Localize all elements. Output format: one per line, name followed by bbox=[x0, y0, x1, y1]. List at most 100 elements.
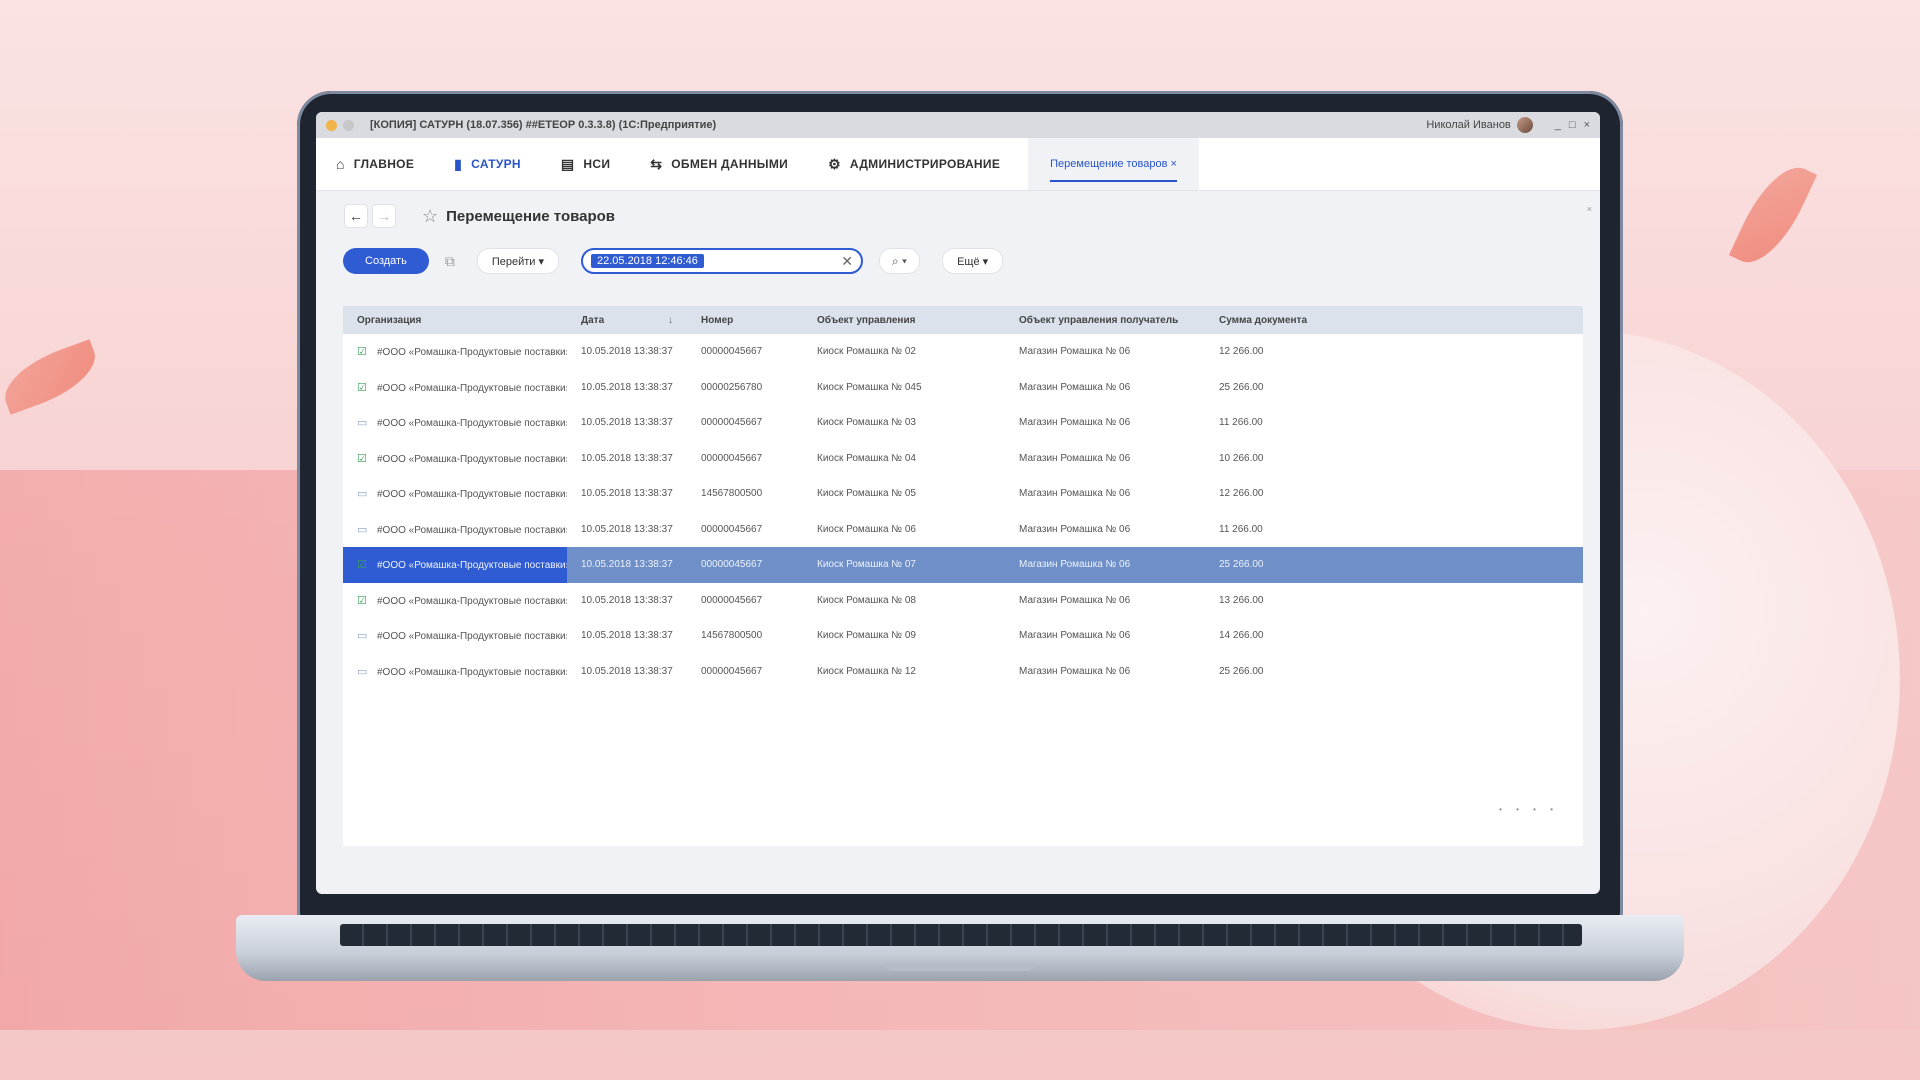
unposted-doc-icon: ▭ bbox=[357, 665, 368, 678]
window-menu-icon[interactable] bbox=[343, 119, 354, 131]
cell-organization: ☑ #ООО «Ромашка-Продуктовые поставки» bbox=[343, 334, 567, 370]
cell-sum: 25 266.00 bbox=[1219, 665, 1264, 677]
nav-item-label: НСИ bbox=[583, 157, 611, 171]
cell-object: Киоск Ромашка № 08 bbox=[817, 594, 916, 606]
cell-number: 00000045667 bbox=[701, 523, 763, 535]
cell-sum: 12 266.00 bbox=[1219, 346, 1264, 358]
cell-number: 14567800500 bbox=[701, 630, 763, 642]
pagination-dots[interactable]: • • • • bbox=[1499, 805, 1559, 814]
cell-text: #ООО «Ромашка-Продуктовые поставки» bbox=[377, 489, 567, 501]
cell-object: Киоск Ромашка № 02 bbox=[817, 346, 916, 358]
cell-text: #ООО «Ромашка-Продуктовые поставки» bbox=[377, 560, 567, 572]
table-row[interactable]: ▭ #ООО «Ромашка-Продуктовые поставки» 10.0… bbox=[343, 512, 1583, 548]
cell-organization: ☑ #ООО «Ромашка-Продуктовые поставки» bbox=[343, 583, 567, 619]
column-header-label: Дата bbox=[581, 314, 605, 326]
cell-text: #ООО «Ромашка-Продуктовые поставки» bbox=[377, 347, 567, 359]
unposted-doc-icon: ▭ bbox=[357, 630, 368, 643]
table-row[interactable]: ▭ #ООО «Ромашка-Продуктовые поставки» 10.0… bbox=[343, 654, 1583, 690]
search-field[interactable]: 22.05.2018 12:46:46 ✕ bbox=[580, 248, 863, 274]
cell-receiver: Магазин Ромашка № 06 bbox=[1019, 417, 1131, 429]
forward-button[interactable]: → bbox=[372, 204, 396, 228]
search-input[interactable]: 22.05.2018 12:46:46 bbox=[590, 254, 704, 268]
table-row[interactable]: ☑ #ООО «Ромашка-Продуктовые поставки» 10.0… bbox=[343, 547, 1583, 583]
cell-receiver: Магазин Ромашка № 06 bbox=[1019, 488, 1131, 500]
petal-decoration-right bbox=[1728, 155, 1818, 275]
column-header-object[interactable]: Объект управления bbox=[803, 306, 1005, 334]
cell-text: #ООО «Ромашка-Продуктовые поставки» bbox=[377, 418, 567, 430]
nav-item-nsi[interactable]: ▤ НСИ bbox=[541, 138, 630, 190]
cell-organization: ▭ #ООО «Ромашка-Продуктовые поставки» bbox=[343, 618, 567, 654]
cell-number: 00000045667 bbox=[701, 452, 763, 464]
goto-dropdown[interactable]: Перейти ▾ bbox=[476, 248, 559, 274]
cell-object: Киоск Ромашка № 03 bbox=[817, 417, 916, 429]
favorite-star-icon[interactable]: ☆ bbox=[422, 206, 438, 227]
unposted-doc-icon: ▭ bbox=[357, 417, 368, 430]
posted-check-icon: ☑ bbox=[357, 346, 367, 359]
gear-icon: ⚙ bbox=[828, 155, 841, 172]
cell-object: Киоск Ромашка № 05 bbox=[817, 488, 916, 500]
clear-icon[interactable]: ✕ bbox=[841, 253, 853, 270]
cell-organization: ▭ #ООО «Ромашка-Продуктовые поставки» bbox=[343, 512, 567, 548]
table-row[interactable]: ☑ #ООО «Ромашка-Продуктовые поставки» 10.0… bbox=[343, 583, 1583, 619]
table-row[interactable]: ▭ #ООО «Ромашка-Продуктовые поставки» 10.0… bbox=[343, 405, 1583, 441]
nav-item-saturn[interactable]: ▮ САТУРН bbox=[434, 138, 541, 190]
cell-receiver: Магазин Ромашка № 06 bbox=[1005, 547, 1205, 583]
cell-number: 14567800500 bbox=[701, 488, 763, 500]
cell-date: 10.05.2018 13:38:37 bbox=[581, 381, 673, 393]
back-button[interactable]: ← bbox=[344, 204, 368, 228]
cell-number: 00000045667 bbox=[687, 547, 803, 583]
table-row[interactable]: ☑ #ООО «Ромашка-Продуктовые поставки» 10.0… bbox=[343, 370, 1583, 406]
table-header: Организация Дата ↓ Номер Объект управлени… bbox=[343, 306, 1583, 334]
unposted-doc-icon: ▭ bbox=[357, 488, 368, 501]
cell-sum: 10 266.00 bbox=[1219, 452, 1264, 464]
minimize-button[interactable]: _ bbox=[1555, 119, 1561, 131]
bookmark-icon: ▮ bbox=[454, 155, 463, 172]
table-row[interactable]: ☑ #ООО «Ромашка-Продуктовые поставки» 10.0… bbox=[343, 441, 1583, 477]
cell-sum: 13 266.00 bbox=[1219, 594, 1264, 606]
cell-text: #ООО «Ромашка-Продуктовые поставки» bbox=[377, 631, 567, 643]
cell-receiver: Магазин Ромашка № 06 bbox=[1019, 381, 1131, 393]
tab-goods-transfer[interactable]: Перемещение товаров × bbox=[1028, 138, 1199, 190]
close-button[interactable]: × bbox=[1584, 119, 1590, 131]
column-header-date[interactable]: Дата ↓ bbox=[567, 306, 687, 334]
sort-arrow-icon[interactable]: ↓ bbox=[668, 315, 673, 326]
search-button[interactable]: ⌕ ▾ bbox=[878, 248, 921, 274]
copy-icon[interactable]: ⧉ bbox=[445, 253, 455, 270]
cell-date: 10.05.2018 13:38:37 bbox=[581, 665, 673, 677]
home-icon: ⌂ bbox=[336, 156, 345, 172]
column-header-receiver[interactable]: Объект управления получатель bbox=[1005, 306, 1205, 334]
column-header-number[interactable]: Номер bbox=[687, 306, 803, 334]
app-logo-icon bbox=[326, 119, 337, 131]
cell-text: #ООО «Ромашка-Продуктовые поставки» bbox=[377, 524, 567, 536]
table-row[interactable]: ▭ #ООО «Ромашка-Продуктовые поставки» 10.0… bbox=[343, 618, 1583, 654]
cell-receiver: Магазин Ромашка № 06 bbox=[1019, 346, 1131, 358]
nav-item-administration[interactable]: ⚙ АДМИНИСТРИРОВАНИЕ bbox=[808, 138, 1020, 190]
table-row[interactable]: ▭ #ООО «Ромашка-Продуктовые поставки» 10.0… bbox=[343, 476, 1583, 512]
more-dropdown[interactable]: Ещё ▾ bbox=[942, 248, 1004, 274]
user-name[interactable]: Николай Иванов bbox=[1426, 119, 1510, 131]
table-row[interactable]: ☑ #ООО «Ромашка-Продуктовые поставки» 10.0… bbox=[343, 334, 1583, 370]
nav-item-data-exchange[interactable]: ⇆ ОБМЕН ДАННЫМИ bbox=[630, 138, 808, 190]
cell-sum: 12 266.00 bbox=[1219, 488, 1264, 500]
avatar[interactable] bbox=[1516, 117, 1533, 133]
posted-check-icon: ☑ bbox=[357, 381, 367, 394]
cell-date: 10.05.2018 13:38:37 bbox=[581, 488, 673, 500]
unposted-doc-icon: ▭ bbox=[357, 523, 368, 536]
cell-receiver: Магазин Ромашка № 06 bbox=[1019, 523, 1131, 535]
cell-date: 10.05.2018 13:38:37 bbox=[581, 417, 673, 429]
create-button[interactable]: Создать bbox=[343, 248, 429, 274]
cell-organization: ▭ #ООО «Ромашка-Продуктовые поставки» bbox=[343, 476, 567, 512]
cell-object: Киоск Ромашка № 12 bbox=[817, 665, 916, 677]
cell-text: #ООО «Ромашка-Продуктовые поставки» bbox=[377, 666, 567, 678]
cell-sum: 25 266.00 bbox=[1219, 381, 1264, 393]
column-header-organization[interactable]: Организация bbox=[343, 306, 567, 334]
nav-item-label: АДМИНИСТРИРОВАНИЕ bbox=[849, 157, 1001, 171]
cell-sum: 14 266.00 bbox=[1219, 630, 1264, 642]
cell-object: Киоск Ромашка № 09 bbox=[817, 630, 916, 642]
cell-organization: ☑ #ООО «Ромашка-Продуктовые поставки» bbox=[343, 441, 567, 477]
maximize-button[interactable]: □ bbox=[1569, 119, 1576, 131]
cell-date: 10.05.2018 13:38:37 bbox=[581, 452, 673, 464]
column-header-sum[interactable]: Сумма документа bbox=[1205, 306, 1583, 334]
nav-item-home[interactable]: ⌂ ГЛАВНОЕ bbox=[316, 138, 434, 190]
close-form-icon[interactable]: × bbox=[1587, 204, 1592, 214]
